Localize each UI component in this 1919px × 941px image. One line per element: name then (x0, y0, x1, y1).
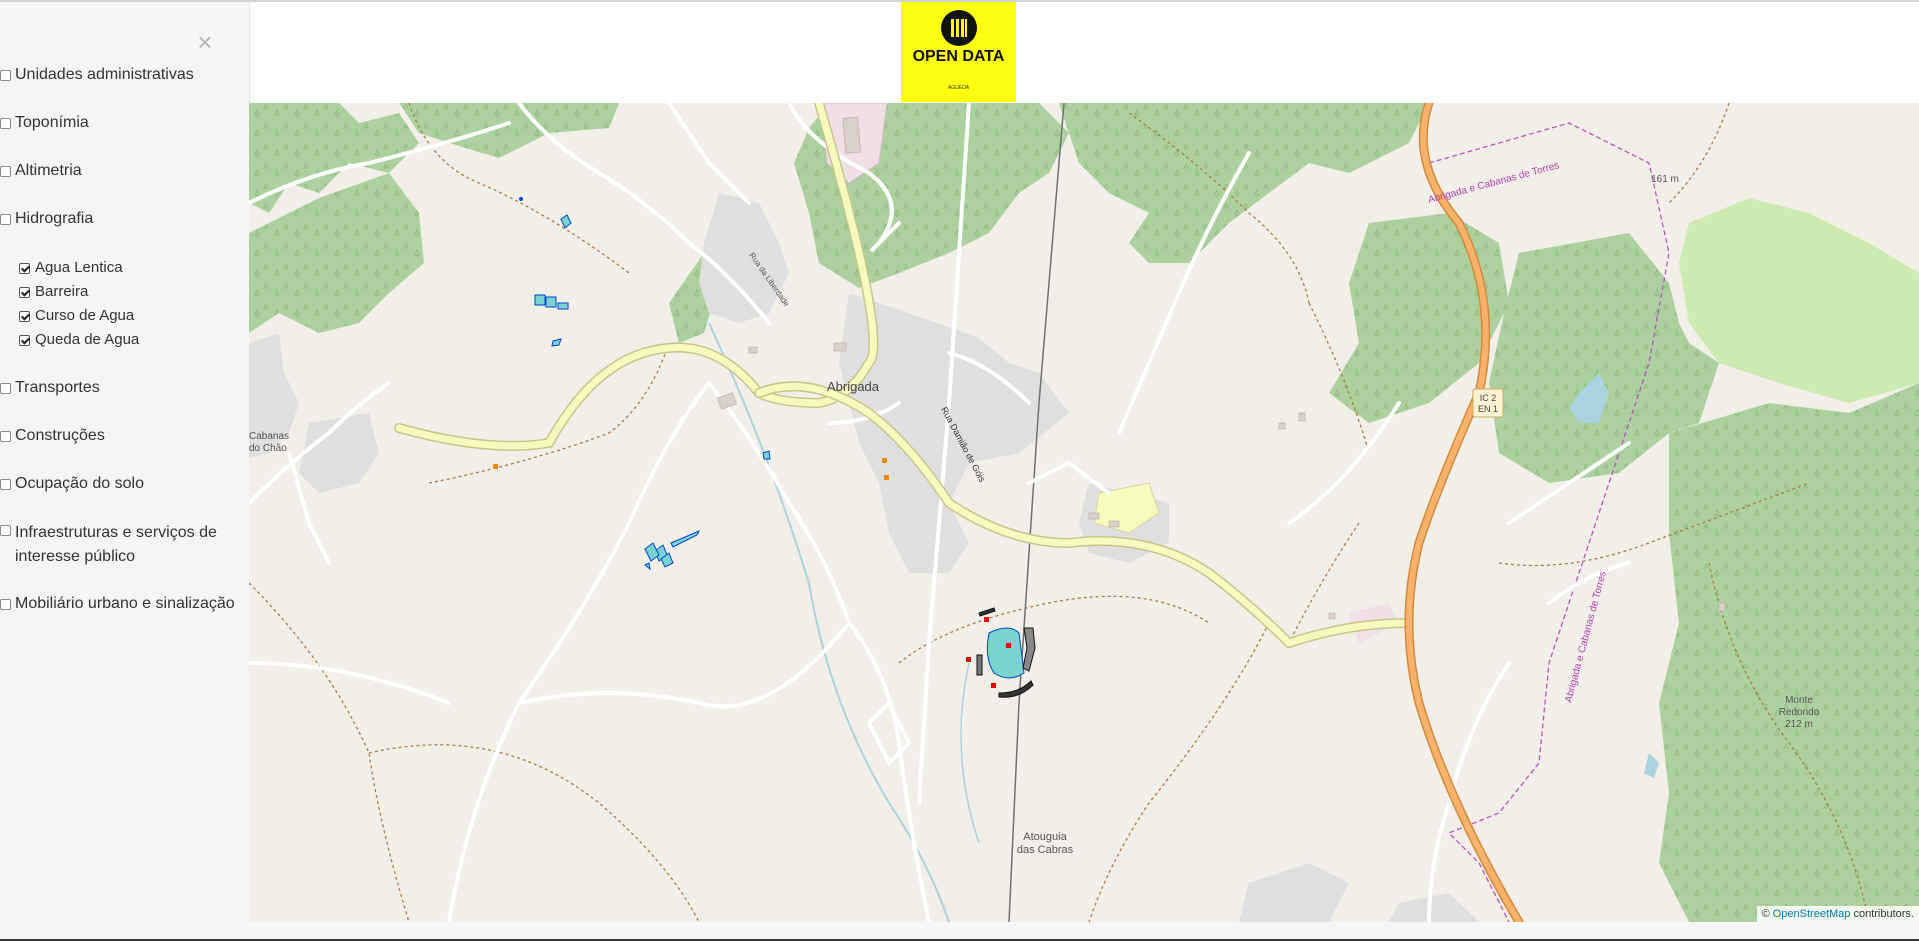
sublayer-agua-lentica[interactable]: Agua Lentica (19, 259, 123, 276)
label-das-cabras: das Cabras (1017, 844, 1074, 856)
layer-sidebar: × Unidades administrativas Toponímia Alt… (0, 2, 250, 922)
logo-subtitle: ÁGUEDA (947, 85, 970, 91)
sublayer-label: Queda de Agua (35, 331, 140, 348)
openstreetmap-link[interactable]: OpenStreetMap (1773, 908, 1851, 920)
sublayer-curso-de-agua[interactable]: Curso de Agua (19, 307, 134, 324)
close-sidebar-button[interactable]: × (193, 29, 217, 55)
layer-checkbox[interactable] (0, 479, 11, 490)
sublayer-queda-de-agua[interactable]: Queda de Agua (19, 331, 139, 348)
label-monte-elev: 212 m (1785, 719, 1813, 730)
map-canvas[interactable]: Abrigada Cabanas do Chão Atouguia das Ca… (249, 103, 1919, 922)
sublayer-checkbox[interactable] (19, 311, 30, 322)
sublayer-barreira[interactable]: Barreira (19, 283, 88, 300)
open-data-logo[interactable]: OPEN DATA ÁGUEDA (901, 2, 1016, 102)
label-monte: Monte (1785, 695, 1813, 706)
layer-label: Unidades administrativas (15, 66, 194, 83)
layer-altimetria[interactable]: Altimetria (0, 162, 82, 180)
sublayer-label: Agua Lentica (35, 259, 123, 276)
label-cabanas: Cabanas (249, 431, 289, 442)
layer-label: Mobiliário urbano e sinalização (15, 595, 235, 612)
sublayer-label: Barreira (35, 283, 89, 300)
layer-checkbox[interactable] (0, 214, 11, 225)
layer-construcoes[interactable]: Construções (0, 427, 105, 445)
layer-label: Infraestruturas e serviços de interesse … (15, 524, 217, 565)
attribution-prefix: © (1761, 908, 1773, 920)
label-do-chao: do Chão (249, 443, 287, 454)
layer-label: Construções (15, 427, 105, 444)
layer-toponimia[interactable]: Toponímia (0, 114, 89, 132)
layer-checkbox[interactable] (0, 166, 11, 177)
layer-label: Transportes (15, 379, 100, 396)
attribution-suffix: contributors. (1850, 908, 1914, 920)
logo-emblem-icon (941, 10, 977, 46)
sublayer-label: Curso de Agua (35, 307, 135, 324)
layer-label: Altimetria (15, 162, 82, 179)
layer-label: Toponímia (15, 114, 89, 131)
label-peak-161: 161 m (1651, 174, 1679, 185)
layer-mobiliario-urbano[interactable]: Mobiliário urbano e sinalização (0, 595, 235, 613)
label-redondo: Redondo (1779, 707, 1820, 718)
layer-hidrografia[interactable]: Hidrografia (0, 210, 93, 228)
layer-transportes[interactable]: Transportes (0, 379, 100, 397)
layer-infraestruturas[interactable]: Infraestruturas e serviços de interesse … (0, 521, 245, 569)
map-tiles[interactable]: Abrigada Cabanas do Chão Atouguia das Ca… (249, 103, 1919, 922)
layer-unidades-administrativas[interactable]: Unidades administrativas (0, 66, 194, 84)
layer-checkbox[interactable] (0, 431, 11, 442)
layer-checkbox[interactable] (0, 70, 11, 81)
layer-checkbox[interactable] (0, 383, 11, 394)
label-abrigada: Abrigada (827, 379, 880, 394)
layer-label: Hidrografia (15, 210, 94, 227)
layer-ocupacao-do-solo[interactable]: Ocupação do solo (0, 475, 144, 493)
map-attribution: © OpenStreetMap contributors. (1756, 906, 1919, 922)
label-en1: EN 1 (1478, 404, 1498, 414)
layer-checkbox[interactable] (0, 599, 11, 610)
sublayer-checkbox[interactable] (19, 335, 30, 346)
sublayer-checkbox[interactable] (19, 263, 30, 274)
label-atouguia: Atouguia (1023, 831, 1067, 843)
layer-checkbox[interactable] (0, 118, 11, 129)
label-ic2: IC 2 (1480, 393, 1497, 403)
page-footer-strip (0, 922, 1919, 939)
logo-title: OPEN DATA (912, 48, 1005, 65)
layer-label: Ocupação do solo (15, 475, 144, 492)
sublayer-checkbox[interactable] (19, 287, 30, 298)
layer-checkbox[interactable] (0, 525, 11, 536)
